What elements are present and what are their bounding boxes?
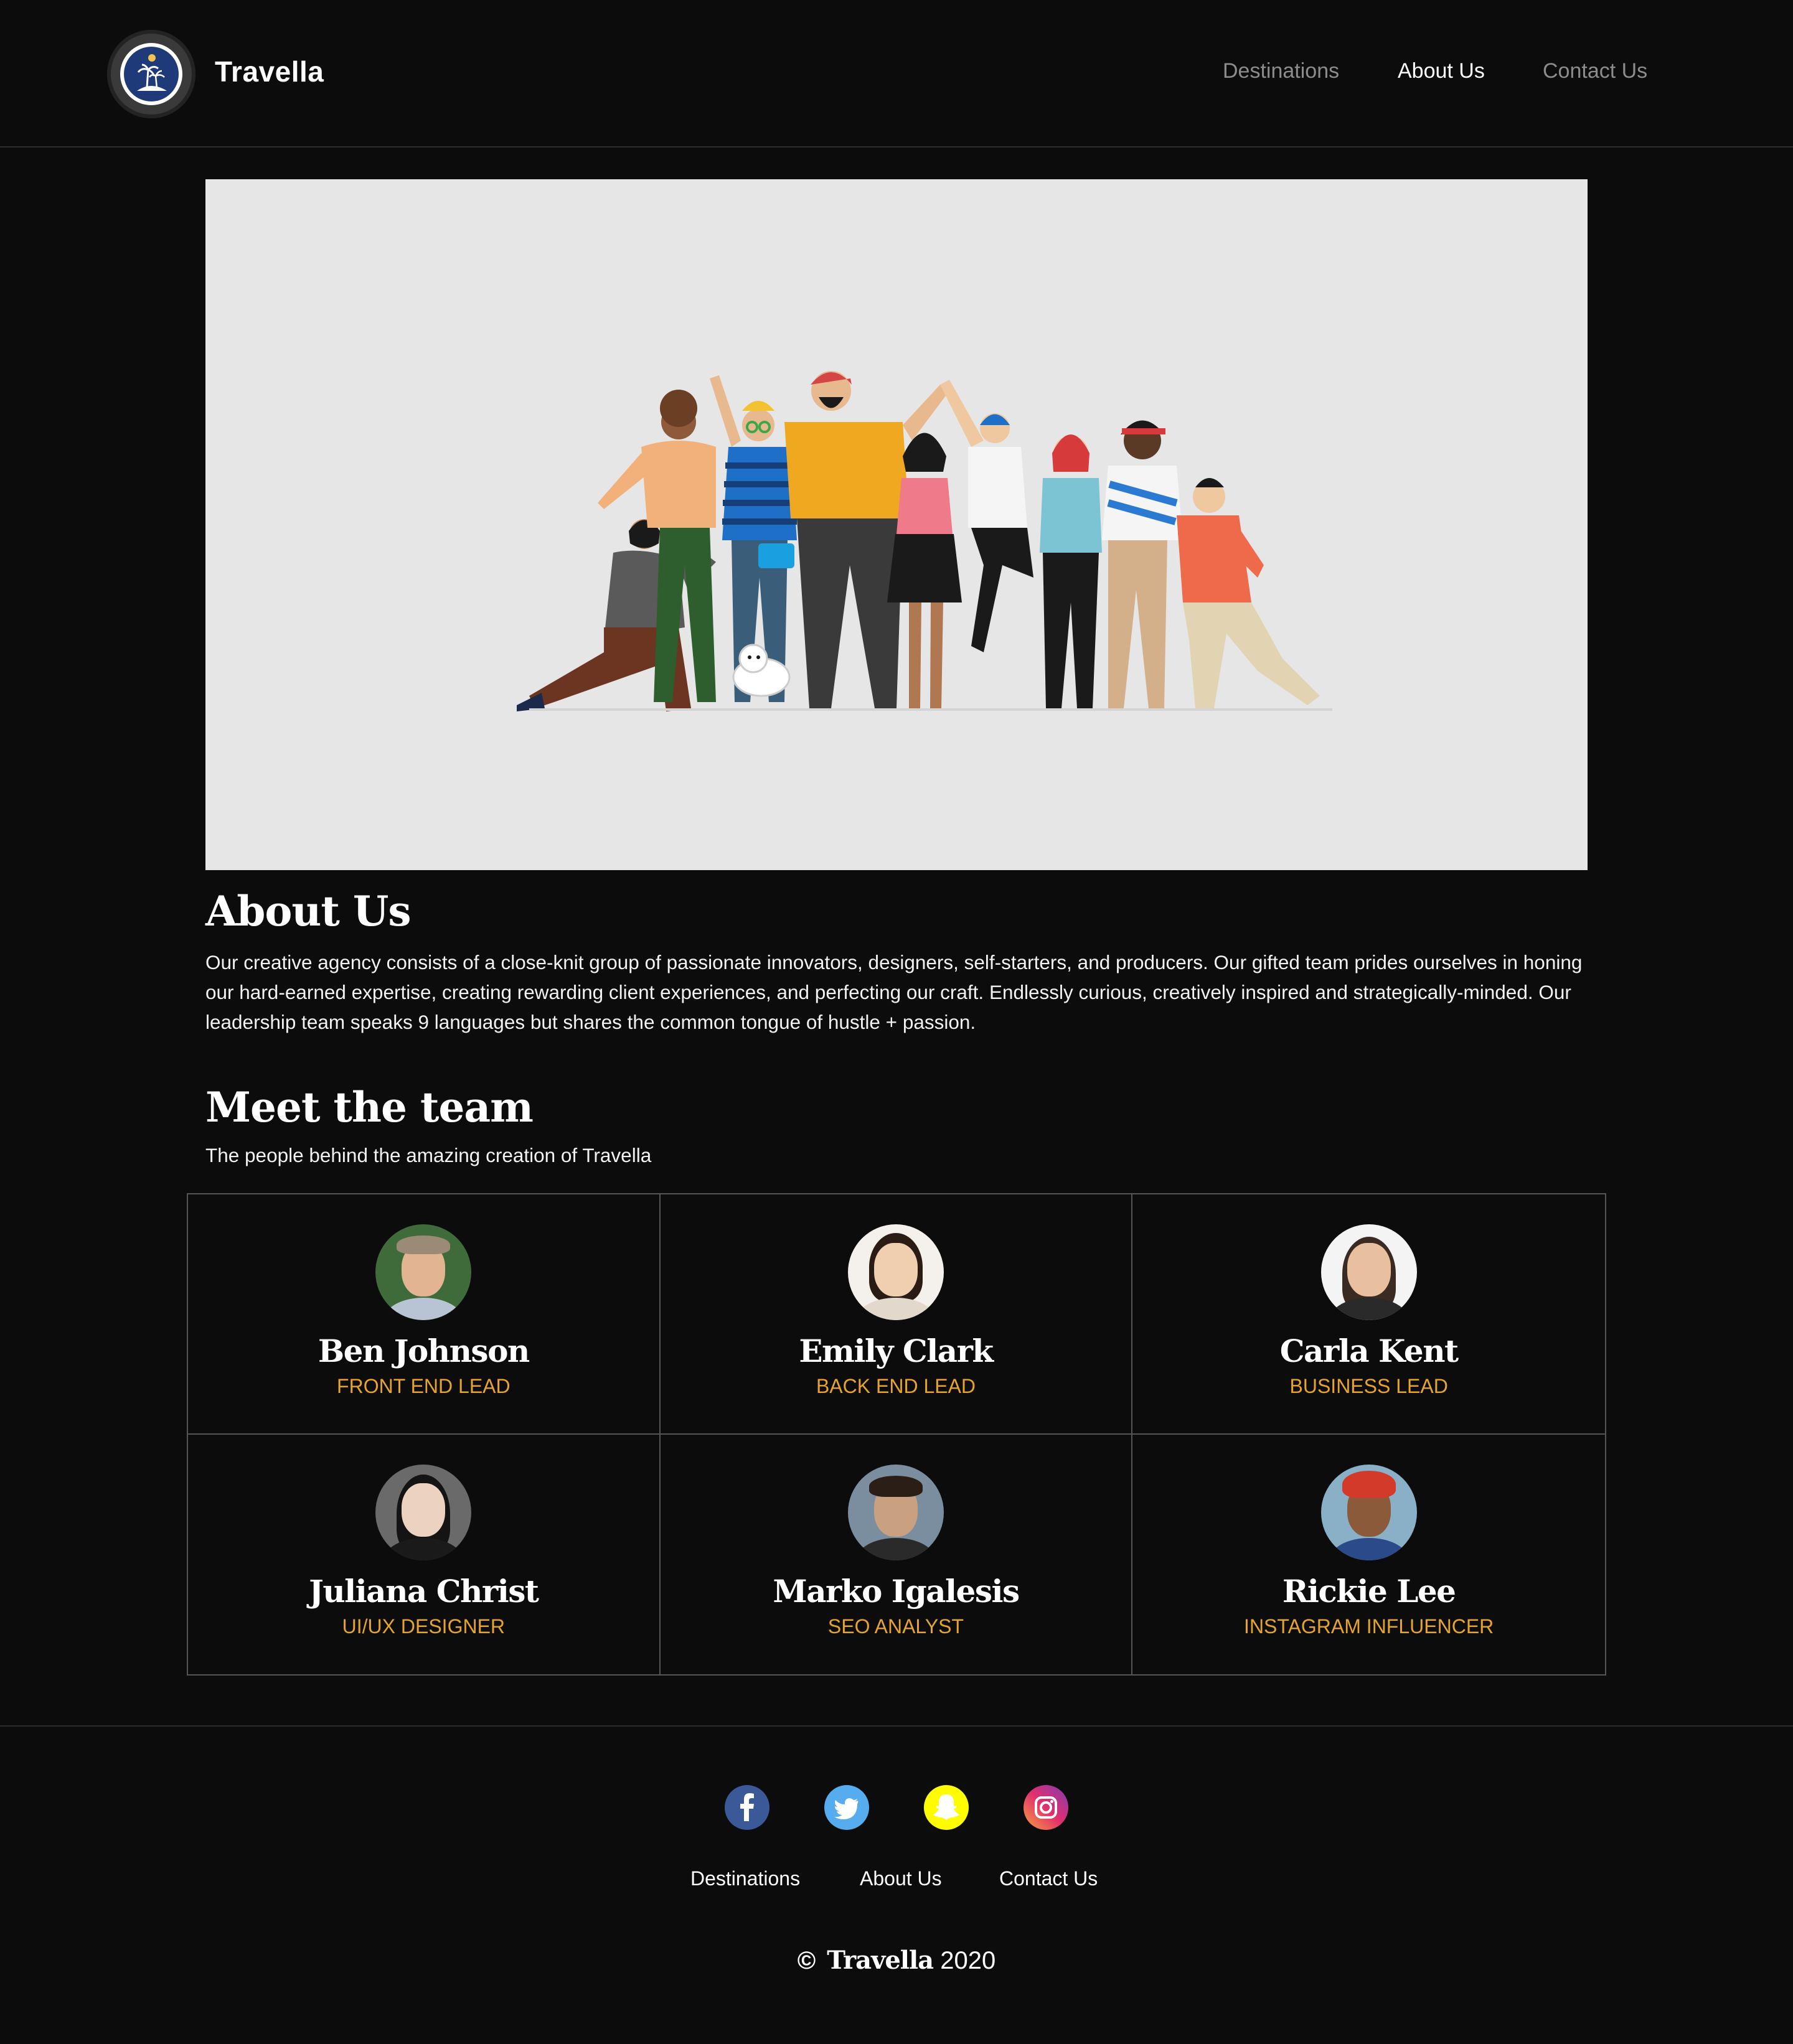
nav-destinations[interactable]: Destinations: [1223, 59, 1339, 83]
site-header: Travella Destinations About Us Contact U…: [0, 0, 1793, 148]
twitter-icon[interactable]: [824, 1785, 869, 1830]
team-subtitle: The people behind the amazing creation o…: [205, 1144, 652, 1166]
member-name: Marko Igalesis: [773, 1572, 1020, 1610]
brand-name[interactable]: Travella: [215, 55, 324, 88]
copyright-brand: Travella: [827, 1946, 934, 1975]
member-role: FRONT END LEAD: [337, 1375, 511, 1397]
facebook-icon[interactable]: [725, 1785, 769, 1830]
nav-contact-us[interactable]: Contact Us: [1543, 59, 1647, 83]
team-grid: Ben Johnson FRONT END LEAD Emily Clark B…: [187, 1193, 1606, 1676]
nav-about-us[interactable]: About Us: [1398, 59, 1485, 83]
member-name: Carla Kent: [1279, 1333, 1459, 1369]
about-title: About Us: [205, 887, 412, 935]
team-group-illustration: [205, 179, 1588, 870]
site-footer: Destinations About Us Contact Us © Travel…: [0, 1725, 1793, 2044]
member-role: UI/UX DESIGNER: [342, 1615, 506, 1638]
team-card: Rickie Lee INSTAGRAM INFLUENCER: [1132, 1435, 1605, 1675]
island-palm-icon[interactable]: [107, 30, 195, 118]
member-role: BUSINESS LEAD: [1289, 1375, 1448, 1397]
footer-link-contact-us[interactable]: Contact Us: [999, 1867, 1098, 1890]
footer-link-destinations[interactable]: Destinations: [690, 1867, 800, 1890]
juliana-christ-photo: [375, 1464, 472, 1560]
ben-johnson-photo: [375, 1224, 472, 1320]
team-card: Marko Igalesis SEO ANALYST: [661, 1434, 1133, 1674]
team-card: Ben Johnson FRONT END LEAD: [188, 1194, 661, 1435]
member-name: Emily Clark: [799, 1333, 994, 1369]
team-card: Carla Kent BUSINESS LEAD: [1132, 1194, 1605, 1435]
marko-igalesis-photo: [847, 1464, 944, 1560]
copyright-symbol: ©: [797, 1947, 816, 1974]
member-name: Juliana Christ: [309, 1572, 539, 1610]
carla-kent-photo: [1320, 1224, 1417, 1320]
member-name: Ben Johnson: [318, 1333, 530, 1369]
about-description: Our creative agency consists of a close-…: [205, 951, 1583, 1033]
member-role: INSTAGRAM INFLUENCER: [1244, 1615, 1494, 1638]
snapchat-icon[interactable]: [924, 1785, 969, 1830]
copyright: © Travella 2020: [0, 1946, 1793, 1975]
team-card: Juliana Christ UI/UX DESIGNER: [188, 1434, 661, 1674]
member-role: SEO ANALYST: [827, 1615, 964, 1638]
member-name: Rickie Lee: [1282, 1572, 1456, 1610]
instagram-icon[interactable]: [1024, 1785, 1068, 1830]
team-card: Emily Clark BACK END LEAD: [660, 1194, 1133, 1435]
rickie-lee-photo: [1320, 1464, 1417, 1560]
member-role: BACK END LEAD: [816, 1375, 976, 1397]
emily-clark-photo: [847, 1224, 944, 1320]
copyright-year: 2020: [940, 1947, 996, 1974]
footer-link-about-us[interactable]: About Us: [860, 1867, 942, 1890]
team-title: Meet the team: [205, 1083, 534, 1132]
